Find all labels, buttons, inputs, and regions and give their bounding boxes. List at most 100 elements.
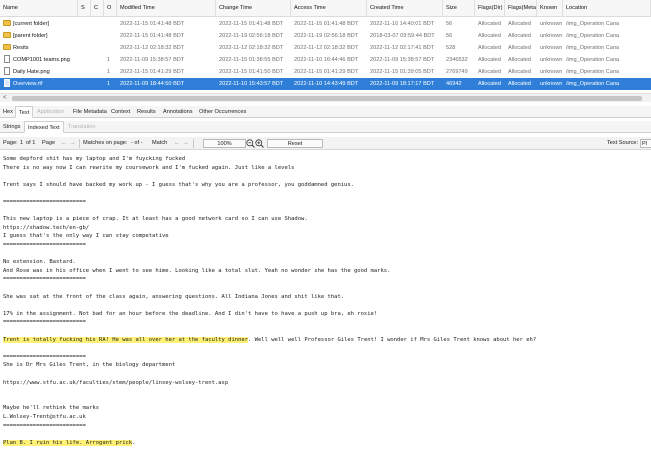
cell-change: 2022-11-15 01:41:48 BDT — [219, 21, 284, 27]
text-span: ========================= — [3, 422, 86, 429]
cell-s — [78, 42, 91, 54]
cell-location: /img_Operation Cana — [566, 45, 620, 51]
file-name: [current folder] — [13, 21, 50, 27]
highlighted-text: Trent is totally fucking his RA! He was … — [3, 336, 249, 343]
file-icon — [4, 79, 10, 87]
column-header-s[interactable]: S — [78, 0, 91, 17]
zoom-level-field[interactable]: 100% — [203, 139, 246, 148]
tab-hex[interactable]: Hex — [0, 106, 16, 118]
cell-c — [91, 18, 104, 30]
cell-access: 2022-11-12 02:18:32 BDT — [294, 45, 359, 51]
text-span: She was sat at the front of the class ag… — [3, 293, 345, 300]
tab-results[interactable]: Results — [134, 106, 159, 118]
cell-name: [current folder] — [0, 18, 78, 30]
cell-known: unknown — [540, 57, 563, 63]
text-source-select[interactable]: Pl — [640, 139, 651, 148]
reset-zoom-button[interactable]: Reset — [267, 139, 323, 148]
column-header-flags-dir[interactable]: Flags(Dir) — [475, 0, 505, 17]
column-header-flags-meta[interactable]: Flags(Meta) — [505, 0, 537, 17]
column-header-modified-time[interactable]: Modified Time — [117, 0, 216, 17]
previous-page-icon[interactable]: ← — [61, 137, 67, 150]
cell-size: 528 — [446, 45, 456, 51]
text-line: ========================= — [3, 318, 86, 326]
tab-context[interactable]: Context — [108, 106, 133, 118]
column-header-c[interactable]: C — [91, 0, 104, 17]
cell-o — [104, 42, 117, 54]
text-line: Maybe he'll rethink the marks — [3, 404, 99, 412]
cell-s — [78, 54, 91, 66]
cell-s — [78, 18, 91, 30]
tab-file-metadata[interactable]: File Metadata — [70, 106, 110, 118]
text-line: And Rose was in his office when I went t… — [3, 267, 390, 275]
text-span: https://www.stfu.ac.uk/faculties/stem/pe… — [3, 379, 229, 386]
zoom-out-icon[interactable] — [246, 139, 255, 148]
match-word: Match — [152, 140, 168, 146]
tab-indexed-text[interactable]: Indexed Text — [24, 121, 64, 133]
cell-s — [78, 30, 91, 42]
scrollbar-thumb[interactable] — [12, 96, 642, 101]
column-header-name[interactable]: Name — [0, 0, 78, 17]
horizontal-scrollbar[interactable]: < — [0, 93, 651, 102]
cell-flags-meta: Allocated — [508, 57, 532, 63]
indexed-text-content: Some depford shit has my laptop and I'm … — [0, 151, 651, 453]
cell-c — [91, 54, 104, 66]
cell-o — [104, 18, 117, 30]
table-header: Name S C O Modified Time Change Time Acc… — [0, 0, 651, 17]
file-name: COMP1001 teams.png — [13, 57, 70, 63]
cell-modified: 2022-11-15 01:41:48 BDT — [120, 33, 185, 39]
text-line: https://www.stfu.ac.uk/faculties/stem/pe… — [3, 379, 228, 387]
tab-text[interactable]: Text — [15, 106, 34, 118]
column-header-change-time[interactable]: Change Time — [216, 0, 291, 17]
cell-flags-meta: Allocated — [508, 69, 532, 75]
next-page-icon[interactable]: → — [70, 137, 76, 150]
table-row[interactable]: [current folder] 2022-11-15 01:41:48 BDT 2… — [0, 18, 651, 30]
tab-strings[interactable]: Strings — [0, 121, 23, 133]
text-line: No extension. Bastard. — [3, 258, 76, 266]
cell-size: 56 — [446, 21, 453, 27]
folder-icon — [3, 32, 11, 38]
table-row[interactable]: Daily Hate.png 1 2022-11-15 01:41:29 BDT 20… — [0, 66, 651, 78]
cell-change: 2022-11-10 15:43:57 BDT — [219, 81, 284, 87]
cell-name: Resits — [0, 42, 78, 54]
column-header-access-time[interactable]: Access Time — [291, 0, 367, 17]
tab-annotations[interactable]: Annotations — [160, 106, 196, 118]
column-header-known[interactable]: Known — [537, 0, 563, 17]
text-span: No extension. Bastard. — [3, 259, 76, 266]
text-span: She is Dr Mrs Giles Trent, in the biolog… — [3, 362, 176, 369]
cell-modified: 2022-11-15 01:41:29 BDT — [120, 69, 185, 75]
cell-access: 2022-11-10 14:43:49 BDT — [294, 81, 359, 87]
column-header-created-time[interactable]: Created Time — [367, 0, 443, 17]
toolbar-separator — [193, 139, 194, 148]
cell-location: /img_Operation Cana — [566, 21, 620, 27]
zoom-in-icon[interactable] — [255, 139, 264, 148]
cell-name: [parent folder] — [0, 30, 78, 42]
cell-name: Daily Hate.png — [0, 66, 78, 78]
scroll-left-icon[interactable]: < — [3, 94, 7, 103]
text-line: She was sat at the front of the class ag… — [3, 293, 344, 301]
column-header-location[interactable]: Location — [563, 0, 651, 17]
cell-s — [78, 66, 91, 78]
folder-icon — [3, 44, 11, 50]
cell-created: 2022-11-09 18:17:17 BDT — [370, 81, 435, 87]
text-span: This new laptop is a piece of crap. It a… — [3, 216, 308, 223]
cell-location: /img_Operation Cana — [566, 33, 620, 39]
text-line: ========================= — [3, 353, 86, 361]
cell-created: 2022-11-10 14:40:01 BDT — [370, 21, 435, 27]
table-row[interactable]: [parent folder] 2022-11-15 01:41:48 BDT 20… — [0, 30, 651, 42]
cell-modified: 2022-11-12 02:18:32 BDT — [120, 45, 185, 51]
column-header-o[interactable]: O — [104, 0, 117, 17]
column-header-size[interactable]: Size — [443, 0, 475, 17]
content-viewer-tabs: Hex Text Application File Metadata Context Re… — [0, 106, 651, 118]
previous-match-icon[interactable]: ← — [174, 137, 180, 150]
text-span: Some depford shit has my laptop and I'm … — [3, 156, 186, 162]
table-row[interactable]: COMP1001 teams.png 1 2022-11-09 15:38:57 B… — [0, 54, 651, 66]
next-match-icon[interactable]: → — [183, 137, 189, 150]
text-span: L.Wolsey-Trent@stfu.ac.uk — [3, 414, 86, 420]
text-line: There is no way now I can rewrite my cou… — [3, 164, 294, 172]
table-row[interactable]: Resits 2022-11-12 02:18:32 BDT 2022-11-12 … — [0, 42, 651, 54]
tab-other-occurrences[interactable]: Other Occurrences — [196, 106, 249, 118]
table-row[interactable]: Overview.rtf 1 2022-11-09 18:44:50 BDT 2022… — [0, 78, 651, 90]
text-source-label: Text Source: — [607, 140, 639, 146]
cell-flags-meta: Allocated — [508, 21, 532, 27]
cell-location: /img_Operation Cana — [566, 81, 620, 87]
